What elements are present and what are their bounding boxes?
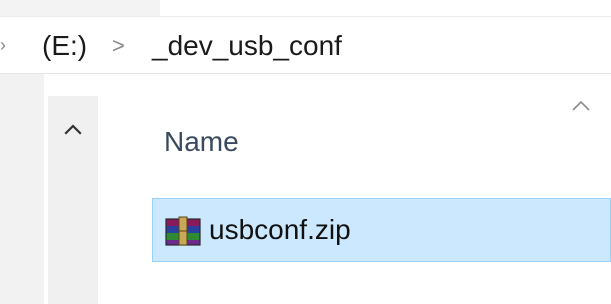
- file-list-pane: Name usbconf.zip: [98, 74, 611, 304]
- file-row[interactable]: usbconf.zip: [152, 198, 611, 262]
- top-edge-shade: [0, 0, 160, 16]
- navigation-pane: [0, 74, 44, 304]
- window-top-edge: [0, 0, 611, 17]
- file-name: usbconf.zip: [209, 214, 351, 245]
- navigation-scrollbar[interactable]: [48, 96, 98, 304]
- column-header-name[interactable]: Name: [164, 126, 239, 158]
- sort-ascending-chevron-icon: [568, 98, 594, 114]
- breadcrumb-drive[interactable]: (E:): [42, 30, 87, 62]
- breadcrumb-overflow-chevron-icon[interactable]: ›: [0, 32, 10, 58]
- breadcrumb-current-folder[interactable]: _dev_usb_conf: [152, 30, 342, 62]
- scroll-up-chevron-icon[interactable]: [48, 114, 98, 144]
- winrar-archive-icon: [165, 216, 201, 246]
- address-bar[interactable]: › (E:) > _dev_usb_conf: [0, 17, 611, 74]
- breadcrumb-separator-icon[interactable]: >: [112, 33, 125, 59]
